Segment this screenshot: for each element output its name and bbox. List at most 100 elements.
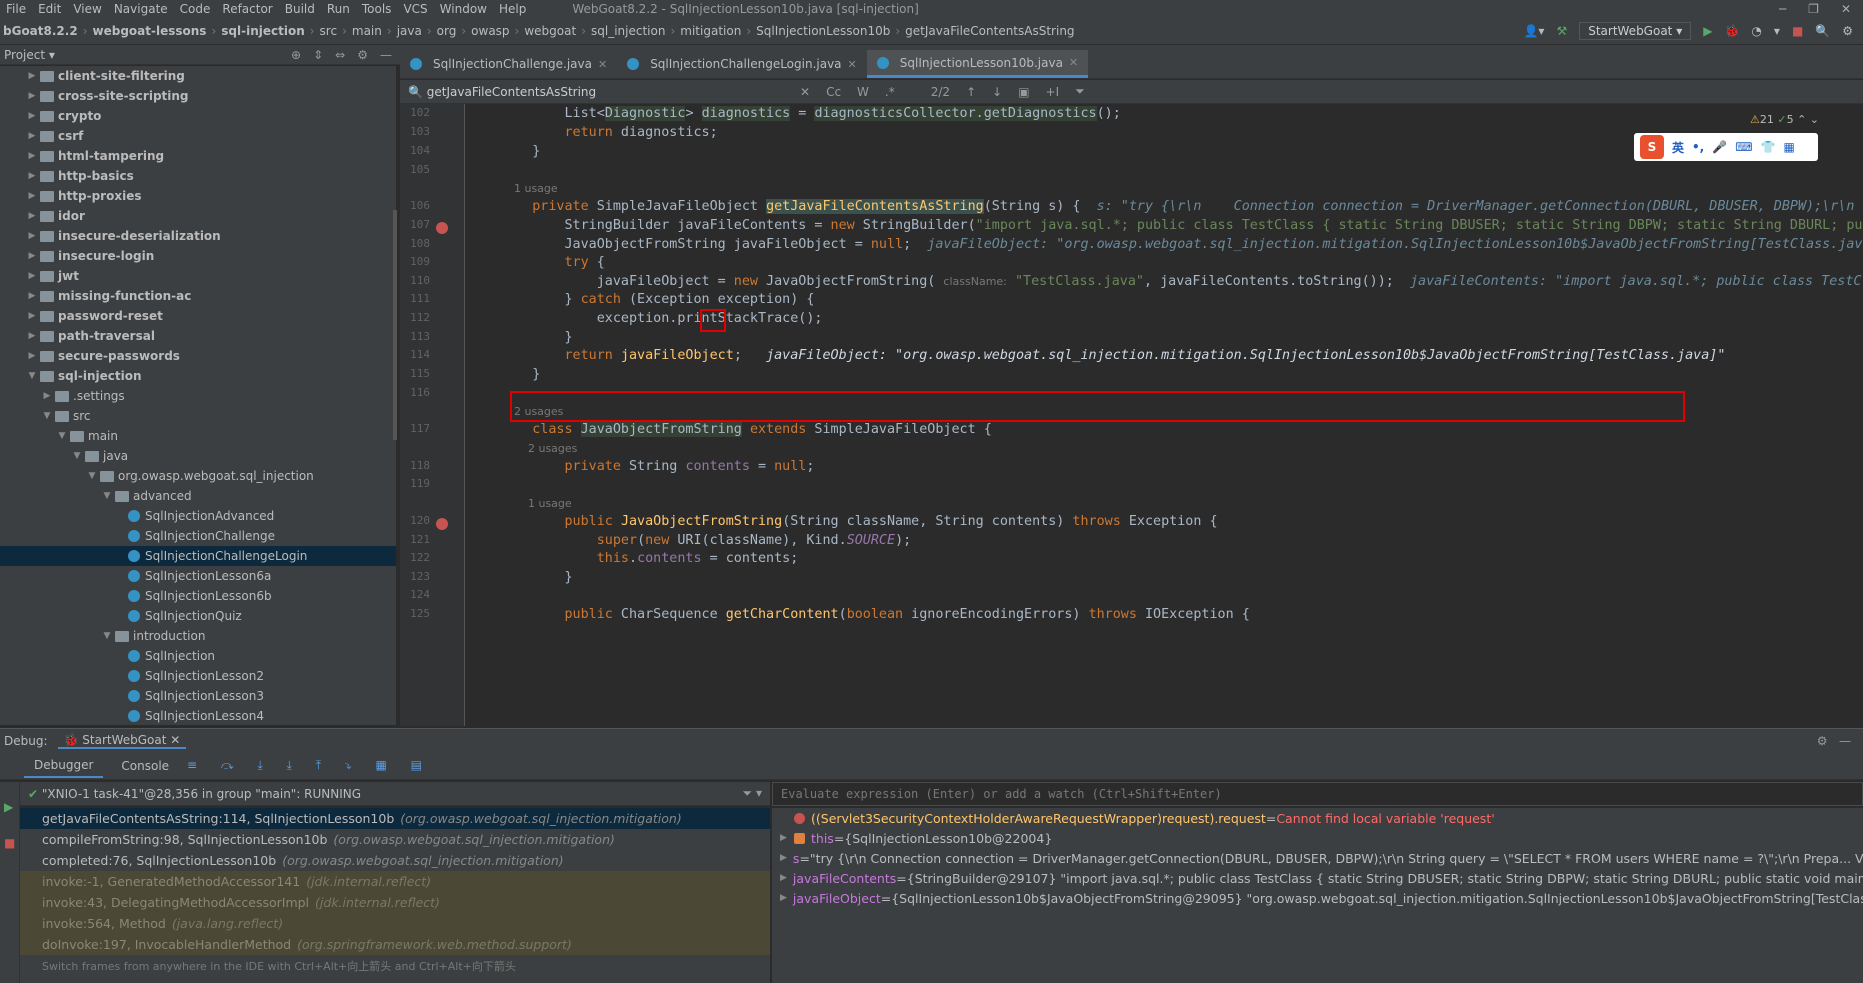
- expand-arrow-icon[interactable]: ▶: [26, 351, 38, 361]
- ime-toolbar[interactable]: S 英 •, 🎤 ⌨ 👕 ▦: [1634, 133, 1818, 161]
- resume-icon[interactable]: ▶: [0, 782, 19, 832]
- tree-node-sqlinjectionchallenge[interactable]: SqlInjectionChallenge: [0, 526, 396, 546]
- stack-frame[interactable]: getJavaFileContentsAsString:114, SqlInje…: [20, 808, 770, 829]
- run-icon[interactable]: ▶: [1703, 24, 1712, 38]
- expand-arrow-icon[interactable]: ▶: [26, 91, 38, 101]
- variable-row[interactable]: ▶ javaFileContents = {StringBuilder@29107…: [772, 868, 1863, 888]
- project-view-selector[interactable]: Project ▾: [4, 48, 55, 62]
- expand-arrow-icon[interactable]: ▼: [41, 411, 53, 421]
- tree-node-insecure-deserialization[interactable]: ▶ insecure-deserialization: [0, 226, 396, 246]
- expand-all-icon[interactable]: ⇕: [313, 48, 323, 62]
- keyboard-icon[interactable]: ⌨: [1735, 140, 1752, 154]
- tree-node-sqlinjection[interactable]: SqlInjection: [0, 646, 396, 666]
- tree-node-sqlinjectionchallengelogin[interactable]: SqlInjectionChallengeLogin: [0, 546, 396, 566]
- expand-arrow-icon[interactable]: ▼: [86, 471, 98, 481]
- find-input[interactable]: 🔍 getJavaFileContentsAsString: [400, 85, 800, 99]
- debug-icon[interactable]: 🐞: [1724, 24, 1739, 38]
- maximize-icon[interactable]: ❐: [1808, 2, 1819, 16]
- stack-frame[interactable]: invoke:-1, GeneratedMethodAccessor141 (jd…: [20, 871, 770, 892]
- skin-icon[interactable]: 👕: [1761, 140, 1776, 154]
- step-controls[interactable]: ≡ ⤼ ⤓ ⤓ ⤒ ⤵ ▦ ▤: [187, 758, 432, 773]
- add-selection-icon[interactable]: +I: [1046, 85, 1060, 99]
- menu-item-navigate[interactable]: Navigate: [108, 2, 174, 16]
- expand-arrow-icon[interactable]: ▼: [101, 631, 113, 641]
- tree-node-crypto[interactable]: ▶ crypto: [0, 106, 396, 126]
- tree-node-path-traversal[interactable]: ▶ path-traversal: [0, 326, 396, 346]
- tree-node-java[interactable]: ▼ java: [0, 446, 396, 466]
- menu-item-help[interactable]: Help: [493, 2, 532, 16]
- editor-tab[interactable]: SqlInjectionChallenge.java ✕: [400, 50, 617, 78]
- tree-node-sqlinjectionquiz[interactable]: SqlInjectionQuiz: [0, 606, 396, 626]
- breakpoint-icon[interactable]: [436, 222, 448, 234]
- variable-row[interactable]: ▶ javaFileObject = {SqlInjectionLesson10b…: [772, 888, 1863, 908]
- menu-item-build[interactable]: Build: [279, 2, 321, 16]
- tree-node-csrf[interactable]: ▶ csrf: [0, 126, 396, 146]
- user-icon[interactable]: 👤▾: [1523, 24, 1544, 38]
- breadcrumb-item[interactable]: mitigation: [677, 24, 744, 38]
- expand-arrow-icon[interactable]: ▼: [71, 451, 83, 461]
- regex-icon[interactable]: .*: [885, 85, 895, 99]
- filter-icon[interactable]: ⏷: [1075, 84, 1085, 99]
- breadcrumb-item[interactable]: owasp: [468, 24, 512, 38]
- close-tab-icon[interactable]: ✕: [1069, 56, 1078, 69]
- tab-debugger[interactable]: Debugger: [24, 754, 104, 778]
- collapse-all-icon[interactable]: ⇔: [335, 48, 345, 62]
- tree-node-sqlinjectionadvanced[interactable]: SqlInjectionAdvanced: [0, 506, 396, 526]
- breadcrumb-item[interactable]: main: [349, 24, 385, 38]
- breadcrumb-item[interactable]: bGoat8.2.2: [0, 24, 81, 38]
- expand-arrow-icon[interactable]: ▶: [780, 853, 787, 863]
- select-all-icon[interactable]: ▣: [1018, 85, 1029, 99]
- tree-node-password-reset[interactable]: ▶ password-reset: [0, 306, 396, 326]
- menu-item-edit[interactable]: Edit: [32, 2, 67, 16]
- expand-arrow-icon[interactable]: ▶: [41, 391, 53, 401]
- tree-node-src[interactable]: ▼ src: [0, 406, 396, 426]
- stack-frame[interactable]: compileFromString:98, SqlInjectionLesson…: [20, 829, 770, 850]
- menu-item-file[interactable]: File: [0, 2, 32, 16]
- expand-arrow-icon[interactable]: ▶: [26, 131, 38, 141]
- tree-node-sql-injection[interactable]: ▼ sql-injection: [0, 366, 396, 386]
- breadcrumb-item[interactable]: webgoat: [521, 24, 579, 38]
- tree-node-idor[interactable]: ▶ idor: [0, 206, 396, 226]
- menu-item-code[interactable]: Code: [174, 2, 217, 16]
- grid-icon[interactable]: ▦: [1783, 140, 1794, 154]
- editor-tab[interactable]: SqlInjectionLesson10b.java ✕: [866, 50, 1089, 78]
- tree-node-jwt[interactable]: ▶ jwt: [0, 266, 396, 286]
- settings-gear-icon[interactable]: ⚙: [1842, 24, 1853, 38]
- build-hammer-icon[interactable]: ⚒: [1556, 24, 1567, 38]
- editor-tab[interactable]: SqlInjectionChallengeLogin.java ✕: [617, 50, 867, 78]
- punctuation-icon[interactable]: •,: [1692, 140, 1704, 154]
- tree-node-sqlinjectionlesson6a[interactable]: SqlInjectionLesson6a: [0, 566, 396, 586]
- breadcrumb-item[interactable]: org: [434, 24, 460, 38]
- menu-item-refactor[interactable]: Refactor: [216, 2, 278, 16]
- expand-arrow-icon[interactable]: ▶: [26, 211, 38, 221]
- run-configuration-select[interactable]: StartWebGoat ▾: [1579, 21, 1692, 40]
- tree-node-insecure-login[interactable]: ▶ insecure-login: [0, 246, 396, 266]
- expand-arrow-icon[interactable]: ▶: [780, 893, 787, 903]
- clear-icon[interactable]: ✕: [800, 85, 810, 99]
- variable-row[interactable]: ((Servlet3SecurityContextHolderAwareRequ…: [772, 808, 1863, 828]
- close-tab-icon[interactable]: ✕: [848, 58, 857, 71]
- menu-item-window[interactable]: Window: [434, 2, 493, 16]
- expand-arrow-icon[interactable]: ▶: [26, 311, 38, 321]
- expand-arrow-icon[interactable]: ▶: [780, 873, 787, 883]
- tree-node-http-basics[interactable]: ▶ http-basics: [0, 166, 396, 186]
- expand-arrow-icon[interactable]: ▶: [26, 271, 38, 281]
- expand-arrow-icon[interactable]: ▶: [26, 191, 38, 201]
- expand-arrow-icon[interactable]: ▶: [26, 331, 38, 341]
- expand-arrow-icon[interactable]: ▼: [56, 431, 68, 441]
- previous-occurrence-icon[interactable]: ↑: [966, 85, 976, 99]
- expand-arrow-icon[interactable]: ▶: [780, 833, 794, 843]
- menu-item-tools[interactable]: Tools: [356, 2, 398, 16]
- thread-selector[interactable]: ✔ "XNIO-1 task-41"@28,356 in group "main…: [20, 782, 770, 806]
- microphone-icon[interactable]: 🎤: [1712, 140, 1727, 154]
- tree-scrollbar[interactable]: [393, 210, 397, 440]
- expand-arrow-icon[interactable]: ▶: [26, 111, 38, 121]
- close-tab-icon[interactable]: ✕: [598, 58, 607, 71]
- expand-arrow-icon[interactable]: ▶: [26, 71, 38, 81]
- breadcrumb-item[interactable]: webgoat-lessons: [90, 24, 210, 38]
- stack-frame[interactable]: invoke:43, DelegatingMethodAccessorImpl (…: [20, 892, 770, 913]
- tree-node-main[interactable]: ▼ main: [0, 426, 396, 446]
- debug-gear-icon[interactable]: ⚙ —: [1817, 734, 1863, 748]
- breadcrumb-item[interactable]: src: [317, 24, 341, 38]
- tree-node-sqlinjectionlesson3[interactable]: SqlInjectionLesson3: [0, 686, 396, 706]
